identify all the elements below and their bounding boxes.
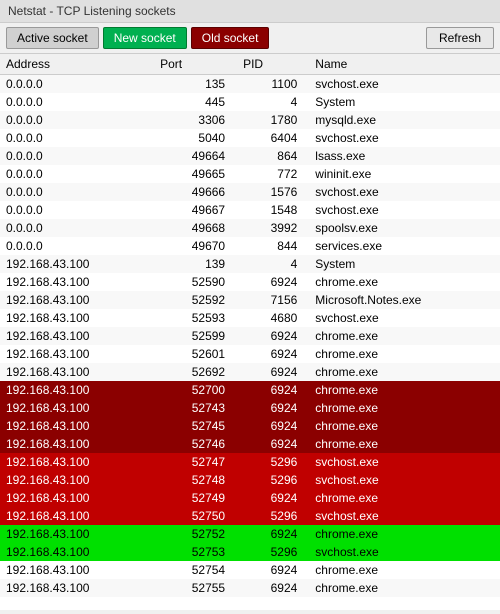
tab-active-socket[interactable]: Active socket <box>6 27 99 49</box>
col-address: Address <box>0 54 154 75</box>
table-row: 192.168.43.100525927156Microsoft.Notes.e… <box>0 291 500 309</box>
table-row: 192.168.43.100527556924chrome.exe <box>0 579 500 597</box>
table-row: 192.168.43.100527436924chrome.exe <box>0 399 500 417</box>
table-row: 192.168.43.100525934680svchost.exe <box>0 309 500 327</box>
table-row: 192.168.43.1001394System <box>0 255 500 273</box>
table-row: 0.0.0.049670844services.exe <box>0 237 500 255</box>
table-row: 192.168.43.100525906924chrome.exe <box>0 273 500 291</box>
table-row: 192.168.43.100527496924chrome.exe <box>0 489 500 507</box>
col-name: Name <box>309 54 500 75</box>
table-row: 192.168.43.100527006924chrome.exe <box>0 381 500 399</box>
title-bar: Netstat - TCP Listening sockets <box>0 0 500 23</box>
window-title: Netstat - TCP Listening sockets <box>8 4 176 18</box>
table-row: 0.0.0.0496683992spoolsv.exe <box>0 219 500 237</box>
table-row: 192.168.43.100527485296svchost.exe <box>0 471 500 489</box>
table-row: 0.0.0.04454System <box>0 93 500 111</box>
toolbar: Active socket New socket Old socket Refr… <box>0 23 500 54</box>
table-row: 0.0.0.049665772wininit.exe <box>0 165 500 183</box>
table-header-row: Address Port PID Name <box>0 54 500 75</box>
table-row: 192.168.43.100526926924chrome.exe <box>0 363 500 381</box>
table-row: 192.168.43.100527535296svchost.exe <box>0 543 500 561</box>
table-row: 192.168.43.100527475296svchost.exe <box>0 453 500 471</box>
table-row: 0.0.0.01351100svchost.exe <box>0 75 500 94</box>
table-row: 0.0.0.033061780mysqld.exe <box>0 111 500 129</box>
table-row: 192.168.43.100527456924chrome.exe <box>0 417 500 435</box>
table-row: 192.168.43.100527505296svchost.exe <box>0 507 500 525</box>
table-row: 192.168.43.100527466924chrome.exe <box>0 435 500 453</box>
table-row: 192.168.43.100527526924chrome.exe <box>0 525 500 543</box>
refresh-button[interactable]: Refresh <box>426 27 494 49</box>
tab-new-socket[interactable]: New socket <box>103 27 187 49</box>
table-row: 192.168.43.100527546924chrome.exe <box>0 561 500 579</box>
col-pid: PID <box>237 54 309 75</box>
table-row: 0.0.0.0496671548svchost.exe <box>0 201 500 219</box>
table-row: 0.0.0.050406404svchost.exe <box>0 129 500 147</box>
tab-old-socket[interactable]: Old socket <box>191 27 270 49</box>
col-port: Port <box>154 54 237 75</box>
table-row: 0.0.0.0496661576svchost.exe <box>0 183 500 201</box>
table-row: 0.0.0.049664864lsass.exe <box>0 147 500 165</box>
table-row: 192.168.43.100526016924chrome.exe <box>0 345 500 363</box>
table-container: Address Port PID Name 0.0.0.01351100svch… <box>0 54 500 610</box>
table-row: 192.168.43.100525996924chrome.exe <box>0 327 500 345</box>
sockets-table: Address Port PID Name 0.0.0.01351100svch… <box>0 54 500 597</box>
